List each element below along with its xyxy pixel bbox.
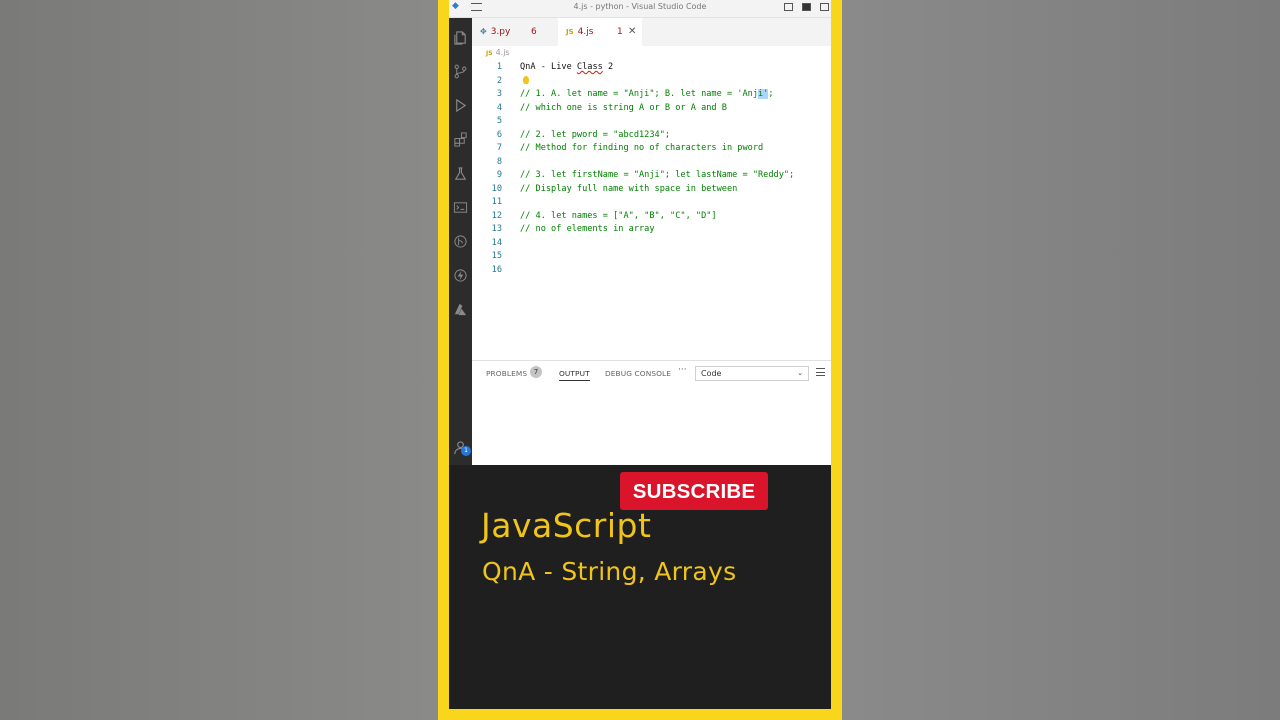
code-line: 8 [496, 156, 502, 167]
code-line: 6// 2. let pword = "abcd1234"; [472, 129, 831, 143]
lightning-icon[interactable] [449, 264, 472, 286]
code-line: 13// no of elements in array [472, 223, 831, 237]
text-selection: i' [758, 89, 769, 99]
code-line: 9// 3. let firstName = "Anji"; let lastN… [472, 169, 831, 183]
close-icon[interactable]: ✕ [628, 18, 636, 46]
explorer-icon[interactable] [449, 26, 472, 48]
code-line: 15 [491, 251, 502, 261]
toggle-secondary-sidebar-icon[interactable] [820, 3, 829, 11]
code-line: 3 // 1. A. let name = "Anji"; B. let nam… [472, 88, 831, 102]
code-text: // 2. let pword = "abcd1234"; [520, 129, 671, 140]
bottom-panel: PROBLEMS 7 OUTPUT DEBUG CONSOLE ··· Code… [472, 360, 831, 465]
code-text: // which one is string A or B or A and B [520, 102, 727, 113]
breadcrumb[interactable]: JS 4.js [486, 48, 510, 57]
tab-3-py[interactable]: ✥ 3.py 6 [472, 18, 556, 46]
source-control-icon[interactable] [449, 60, 472, 82]
lightbulb-icon[interactable] [523, 75, 529, 84]
video-frame: ◆ 4.js - python - Visual Studio Code 1 ✥… [438, 0, 842, 720]
window-title: 4.js - python - Visual Studio Code [573, 2, 707, 11]
code-text: // 3. let firstName = "Anji"; let lastNa… [520, 170, 795, 180]
terminal-icon[interactable] [449, 196, 472, 218]
code-text: // no of elements in array [520, 224, 655, 234]
editor-area: ✥ 3.py 6 JS 4.js 1 ✕ JS 4.js 1 QnA - Live C… [472, 18, 831, 465]
problems-count-badge: 7 [530, 366, 542, 378]
more-actions-icon[interactable]: ··· [678, 365, 687, 375]
code-line: 16 [491, 264, 502, 275]
code-text: // Display full name with space in betwe… [520, 183, 738, 194]
code-text: // 4. let names = ["A", "B", "C", "D"] [520, 210, 717, 221]
activity-bar: 1 [449, 18, 472, 465]
javascript-file-icon: JS [486, 50, 493, 57]
code-line: 1 QnA - Live Class 2 [472, 61, 831, 75]
editor-tabs: ✥ 3.py 6 JS 4.js 1 ✕ [472, 18, 831, 46]
code-editor[interactable]: 1 QnA - Live Class 2 2 3 // 1. A. let na… [472, 61, 831, 277]
code-text: // 1. A. let name = "Anji"; B. let name … [520, 89, 774, 99]
code-line: 12// 4. let names = ["A", "B", "C", "D"] [472, 210, 831, 224]
tab-problems[interactable]: PROBLEMS [486, 369, 527, 378]
accounts-badge: 1 [461, 446, 471, 456]
code-line: 7// Method for finding no of characters … [472, 142, 831, 156]
tab-label: 4.js [577, 27, 594, 37]
chevron-down-icon: ⌄ [797, 369, 803, 377]
python-file-icon: ✥ [480, 27, 487, 36]
tab-label: 3.py [490, 27, 511, 37]
code-line: 11 [491, 197, 502, 207]
toggle-sidebar-icon[interactable] [784, 3, 793, 11]
layout-controls [784, 3, 829, 11]
azure-icon[interactable] [449, 298, 472, 320]
code-line: 10// Display full name with space in bet… [472, 183, 831, 197]
tab-output[interactable]: OUTPUT [559, 369, 590, 381]
javascript-file-icon: JS [566, 28, 574, 36]
run-debug-icon[interactable] [449, 94, 472, 116]
code-line: 14 [491, 237, 502, 248]
background-right [842, 0, 1280, 720]
toggle-panel-icon[interactable] [802, 3, 811, 11]
code-text: QnA - Live Class 2 [520, 62, 614, 72]
code-text: // Method for finding no of characters i… [520, 143, 764, 153]
code-line: 5 [496, 116, 502, 126]
tab-problem-count: 1 [617, 27, 623, 37]
testing-flask-icon[interactable] [449, 162, 472, 184]
menu-icon[interactable] [471, 3, 482, 11]
caption-subtitle: QnA - String, Arrays [482, 557, 737, 586]
caption-title: JavaScript [481, 506, 652, 545]
title-bar: ◆ 4.js - python - Visual Studio Code [449, 0, 831, 18]
spelling-error: Class [576, 62, 603, 72]
list-icon[interactable] [816, 368, 825, 376]
extensions-icon[interactable] [449, 128, 472, 150]
tab-problem-count: 6 [531, 27, 537, 37]
screen-area: ◆ 4.js - python - Visual Studio Code 1 ✥… [449, 0, 831, 709]
vscode-logo-icon: ◆ [452, 1, 459, 11]
git-graph-icon[interactable] [449, 230, 472, 252]
subscribe-button[interactable]: SUBSCRIBE [620, 472, 768, 510]
output-channel-select[interactable]: Code ⌄ [695, 366, 809, 381]
code-line: 2 [472, 75, 831, 89]
tab-4-js[interactable]: JS 4.js 1 ✕ [558, 18, 642, 46]
tab-debug-console[interactable]: DEBUG CONSOLE [605, 369, 671, 378]
background-left [0, 0, 438, 720]
code-line: 4// which one is string A or B or A and … [472, 102, 831, 116]
